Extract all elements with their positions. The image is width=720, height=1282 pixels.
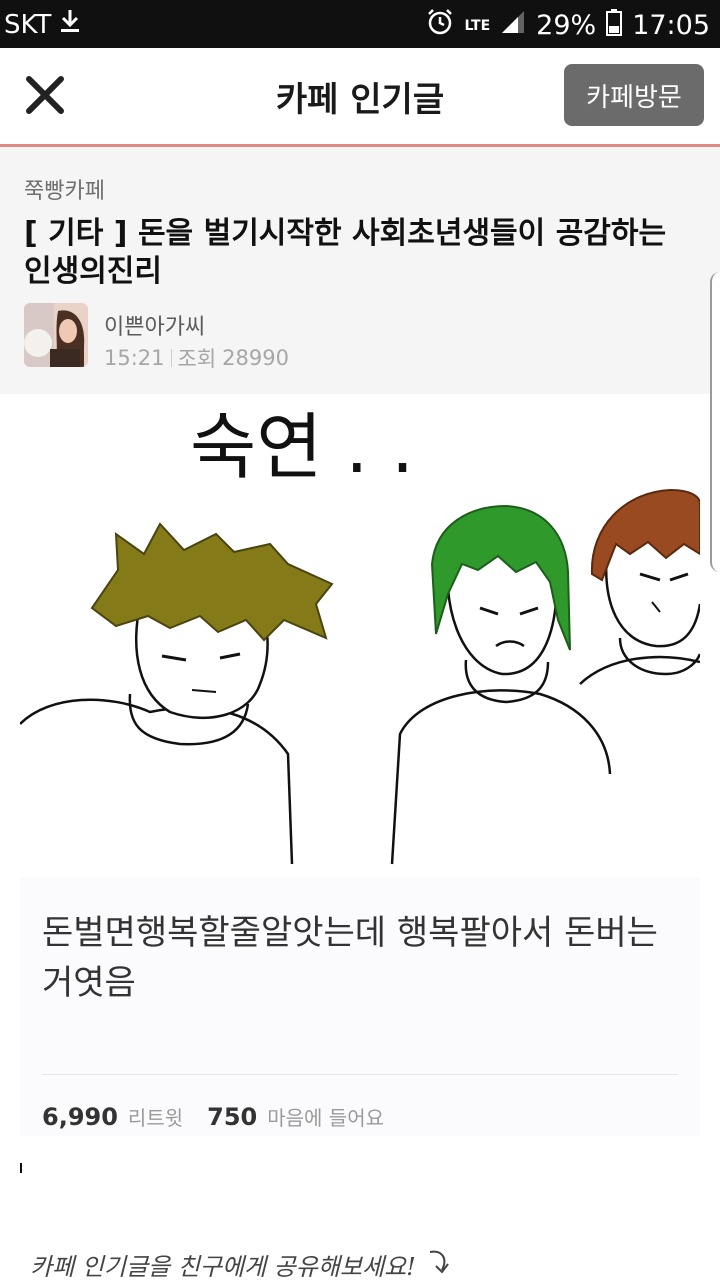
tweet-text: 돈벌면행복할줄알앗는데 행복팔아서 돈버는거엿음 [42,913,658,1003]
carrier-label: SKT [4,9,52,40]
tweet-divider [42,1074,678,1075]
comic-caption: 숙연 . . [190,405,414,489]
clock: 17:05 [632,10,710,41]
retweet-label: 리트윗 [127,1106,184,1130]
views-label: 조회 [177,347,217,371]
signal-icon [500,9,526,42]
like-count: 750 [207,1103,258,1131]
author-name[interactable]: 이쁜아가씨 [104,309,205,341]
download-icon [59,8,81,41]
close-button[interactable] [20,70,70,120]
visit-cafe-button[interactable]: 카페방문 [564,64,704,126]
scroll-indicator[interactable] [710,272,720,572]
close-icon [26,76,64,114]
status-left: SKT [4,8,81,41]
like-label: 마음에 들어요 [267,1106,384,1130]
tweet-stats: 6,990 리트윗 750 마음에 들어요 [42,1102,398,1131]
share-prompt[interactable]: 카페 인기글을 친구에게 공유해보세요! [30,1246,454,1282]
status-bar: SKT LTE 29% 17:05 [0,0,720,48]
arrow-down-icon [424,1246,454,1282]
text-cursor [20,1163,22,1173]
battery-percent: 29% [536,10,597,41]
views-count: 28990 [222,346,289,370]
retweet-count: 6,990 [42,1103,118,1131]
comic-image: 숙연 . . [19,394,702,874]
status-right: LTE 29% 17:05 [426,8,710,43]
alarm-icon [426,8,454,43]
post-time: 15:21 [104,346,165,370]
share-text: 카페 인기글을 친구에게 공유해보세요! [30,1252,416,1281]
meta-divider [170,349,172,367]
post-header: 쭉빵카페 [ 기타 ] 돈을 벌기시작한 사회초년생들이 공감하는 인생의진리 … [0,147,720,394]
avatar[interactable] [24,303,88,367]
network-label: LTE [464,17,491,34]
post-meta: 15:21 조회 28990 [104,343,289,373]
tweet-card: 돈벌면행복할줄알앗는데 행복팔아서 돈버는거엿음 6,990 리트윗 750 마… [20,878,700,1136]
app-bar: 카페 인기글 카페방문 [0,48,720,147]
cafe-name[interactable]: 쭉빵카페 [24,173,105,205]
post-title: [ 기타 ] 돈을 벌기시작한 사회초년생들이 공감하는 인생의진리 [24,216,667,289]
battery-icon [606,8,623,43]
